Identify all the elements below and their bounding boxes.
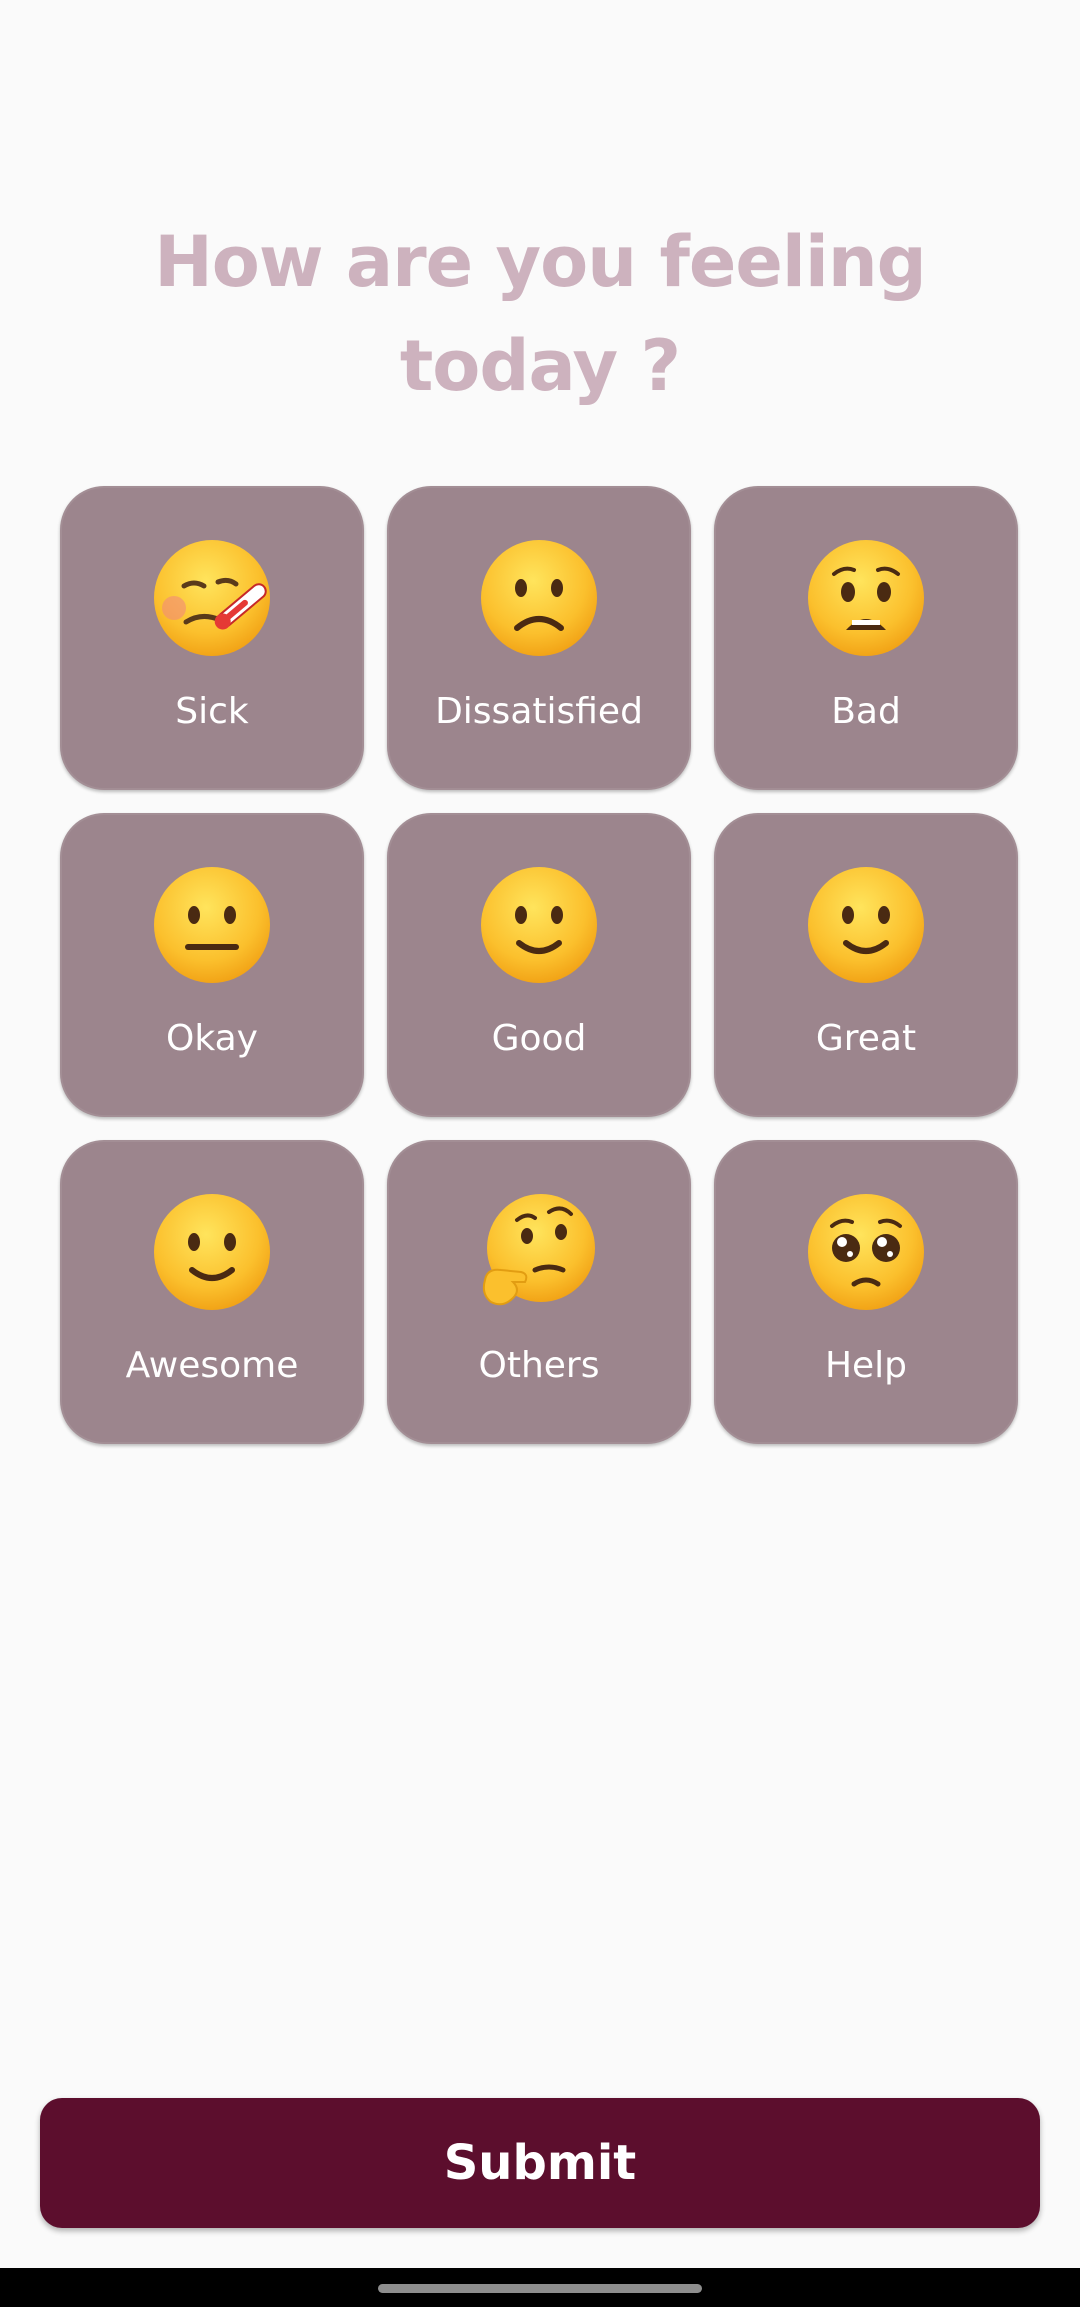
page-title: How are you feeling today ?	[0, 210, 1080, 418]
mood-option-help[interactable]: Help	[714, 1140, 1018, 1444]
pleading-face-icon	[808, 1194, 924, 1310]
title-line-1: How are you feeling	[154, 221, 927, 303]
neutral-face-icon	[154, 867, 270, 983]
anxious-face-icon	[808, 540, 924, 656]
mood-label: Good	[491, 1018, 587, 1059]
mood-option-sick[interactable]: Sick	[60, 486, 364, 790]
mood-label: Okay	[166, 1018, 258, 1059]
mood-label: Great	[815, 1018, 917, 1059]
home-gesture-handle[interactable]	[378, 2284, 702, 2293]
frowning-face-icon	[481, 540, 597, 656]
mood-grid: Sick Dissatisfied Bad Okay Good Great Aw…	[60, 486, 1020, 1444]
submit-button[interactable]: Submit	[40, 2098, 1040, 2228]
slightly-smiling-face-icon	[808, 867, 924, 983]
mood-label: Others	[478, 1345, 600, 1386]
mood-label: Help	[824, 1345, 908, 1386]
mood-option-awesome[interactable]: Awesome	[60, 1140, 364, 1444]
slightly-smiling-face-icon	[154, 1194, 270, 1310]
mood-option-dissatisfied[interactable]: Dissatisfied	[387, 486, 691, 790]
slightly-smiling-face-icon	[481, 867, 597, 983]
mood-option-great[interactable]: Great	[714, 813, 1018, 1117]
mood-option-others[interactable]: Others	[387, 1140, 691, 1444]
face-with-thermometer-icon	[154, 540, 270, 656]
mood-option-bad[interactable]: Bad	[714, 486, 1018, 790]
mood-label: Sick	[175, 691, 249, 732]
mood-label: Bad	[831, 691, 901, 732]
mood-option-good[interactable]: Good	[387, 813, 691, 1117]
mood-label: Awesome	[125, 1345, 299, 1386]
thinking-face-icon	[482, 1194, 595, 1306]
mood-option-okay[interactable]: Okay	[60, 813, 364, 1117]
title-line-2: today ?	[399, 325, 681, 407]
mood-label: Dissatisfied	[435, 691, 643, 732]
